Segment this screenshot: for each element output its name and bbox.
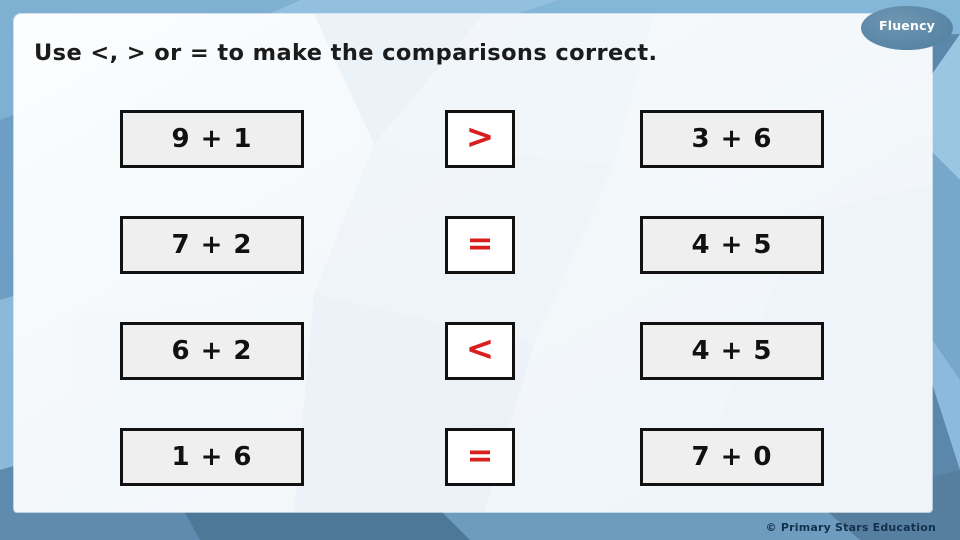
slide-canvas: Use <, > or = to make the comparisons co… xyxy=(0,0,960,540)
comparison-symbol-box[interactable]: = xyxy=(445,216,515,274)
fluency-badge: Fluency xyxy=(861,6,953,50)
equals-icon: = xyxy=(466,436,494,474)
right-expression-box: 4 + 5 xyxy=(640,216,824,274)
right-expression-text: 4 + 5 xyxy=(691,230,773,260)
comparison-row: 1 + 6 = 7 + 0 xyxy=(14,428,932,512)
comparison-row: 7 + 2 = 4 + 5 xyxy=(14,216,932,322)
right-expression-text: 3 + 6 xyxy=(691,124,773,154)
page-title: Use <, > or = to make the comparisons co… xyxy=(34,40,658,66)
fluency-badge-label: Fluency xyxy=(878,17,936,33)
right-expression-box: 3 + 6 xyxy=(640,110,824,168)
right-expression-box: 7 + 0 xyxy=(640,428,824,486)
equals-icon: = xyxy=(466,224,494,262)
left-expression-box: 9 + 1 xyxy=(120,110,304,168)
content-card: Use <, > or = to make the comparisons co… xyxy=(14,14,932,512)
left-expression-text: 1 + 6 xyxy=(171,442,253,472)
right-expression-text: 4 + 5 xyxy=(691,336,773,366)
copyright-credit: © Primary Stars Education xyxy=(765,521,936,534)
comparison-row: 6 + 2 < 4 + 5 xyxy=(14,322,932,428)
right-expression-box: 4 + 5 xyxy=(640,322,824,380)
left-expression-box: 6 + 2 xyxy=(120,322,304,380)
less-than-icon: < xyxy=(465,329,495,369)
left-expression-box: 7 + 2 xyxy=(120,216,304,274)
greater-than-icon: > xyxy=(465,117,495,157)
left-expression-text: 7 + 2 xyxy=(171,230,253,260)
footer: © Primary Stars Education xyxy=(0,516,960,535)
comparison-symbol-box[interactable]: < xyxy=(445,322,515,380)
left-expression-text: 6 + 2 xyxy=(171,336,253,366)
right-expression-text: 7 + 0 xyxy=(691,442,773,472)
comparison-rows: 9 + 1 > 3 + 6 7 + 2 = 4 + 5 6 + 2 < 4 + … xyxy=(14,110,932,512)
comparison-symbol-box[interactable]: = xyxy=(445,428,515,486)
left-expression-text: 9 + 1 xyxy=(171,124,253,154)
comparison-symbol-box[interactable]: > xyxy=(445,110,515,168)
comparison-row: 9 + 1 > 3 + 6 xyxy=(14,110,932,216)
left-expression-box: 1 + 6 xyxy=(120,428,304,486)
